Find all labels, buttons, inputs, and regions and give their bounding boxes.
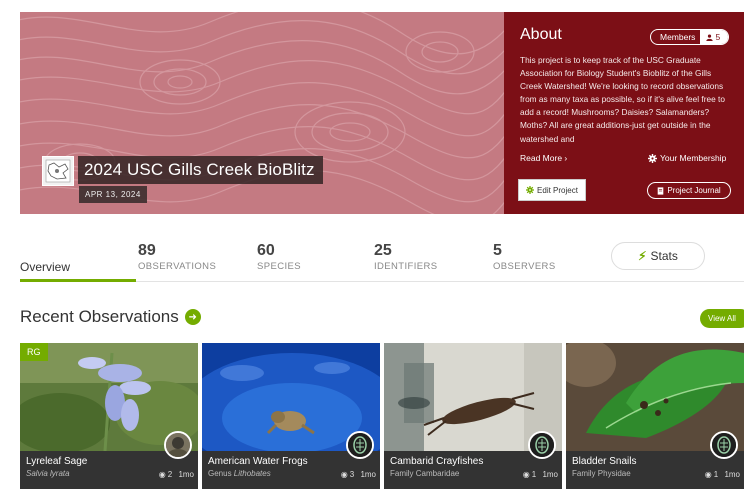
journal-icon (658, 186, 664, 195)
project-stats-bar: Overview 89 OBSERVATIONS 60 SPECIES 25 I… (20, 236, 744, 282)
observer-avatar[interactable] (164, 431, 192, 459)
stat-observations[interactable]: 89 OBSERVATIONS (138, 242, 216, 272)
observer-avatar[interactable] (528, 431, 556, 459)
bolt-icon: ⚡︎ (638, 249, 647, 263)
project-logo-icon (42, 156, 74, 186)
observation-meta: ◉ 1 1mo (704, 470, 740, 479)
view-all-button[interactable]: View All (700, 309, 744, 328)
stats-button[interactable]: ⚡︎ Stats (611, 242, 705, 270)
observation-name: Lyreleaf Sage (26, 456, 88, 467)
project-journal-button[interactable]: Project Journal (647, 182, 731, 199)
user-icon (706, 33, 714, 41)
stat-observers[interactable]: 5 OBSERVERS (493, 242, 556, 272)
observer-avatar[interactable] (710, 431, 738, 459)
observation-meta: ◉ 2 1mo (158, 470, 194, 479)
about-description: This project is to keep track of the USC… (520, 55, 725, 144)
observation-card[interactable]: Cambarid Crayfishes Family Cambaridae ◉ … (384, 343, 562, 489)
stat-label: SPECIES (257, 261, 301, 272)
stat-value: 5 (493, 242, 502, 259)
active-tab-indicator (20, 279, 136, 282)
stat-value: 60 (257, 242, 275, 259)
members-label: Members (660, 32, 696, 42)
gear-icon (526, 186, 535, 194)
observation-name: American Water Frogs (208, 456, 308, 467)
stat-identifiers[interactable]: 25 IDENTIFIERS (374, 242, 438, 272)
project-date: APR 13, 2024 (79, 186, 147, 203)
stat-species[interactable]: 60 SPECIES (257, 242, 301, 272)
project-title: 2024 USC Gills Creek BioBlitz (78, 156, 323, 184)
observation-meta: ◉ 1 1mo (522, 470, 558, 479)
observation-icon: ◉ (158, 470, 166, 479)
members-count: 5 (700, 30, 729, 44)
observation-card[interactable]: RG Lyreleaf Sage Salvia lyrata ◉ 2 1mo (20, 343, 198, 489)
stat-label: IDENTIFIERS (374, 261, 438, 272)
your-membership-link[interactable]: Your Membership (648, 153, 726, 163)
recent-observations-heading: Recent Observations ➜ (20, 307, 201, 327)
observation-name: Bladder Snails (572, 456, 637, 467)
observation-name: Cambarid Crayfishes (390, 456, 484, 467)
about-heading: About (520, 26, 562, 43)
observation-meta: ◉ 3 1mo (340, 470, 376, 479)
observation-icon: ◉ (704, 470, 712, 479)
research-grade-badge: RG (20, 343, 48, 361)
arrow-right-icon[interactable]: ➜ (184, 309, 201, 325)
stat-value: 89 (138, 242, 156, 259)
edit-project-button[interactable]: Edit Project (518, 179, 586, 201)
read-more-link[interactable]: Read More › (520, 153, 567, 163)
project-title-block: 2024 USC Gills Creek BioBlitz (42, 156, 323, 186)
stat-value: 25 (374, 242, 392, 259)
observation-icon: ◉ (522, 470, 530, 479)
stat-label: OBSERVATIONS (138, 261, 217, 272)
observation-card[interactable]: American Water Frogs Genus Lithobates ◉ … (202, 343, 380, 489)
project-banner: 2024 USC Gills Creek BioBlitz APR 13, 20… (20, 12, 504, 214)
observation-icon: ◉ (340, 470, 348, 479)
stat-label: OBSERVERS (493, 261, 556, 272)
observation-card[interactable]: Bladder Snails Family Physidae ◉ 1 1mo (566, 343, 744, 489)
about-panel: About Members 5 This project is to keep … (504, 12, 744, 214)
observer-avatar[interactable] (346, 431, 374, 459)
members-badge[interactable]: Members 5 (650, 29, 730, 45)
gear-icon (648, 153, 657, 163)
tab-overview[interactable]: Overview (20, 260, 70, 274)
